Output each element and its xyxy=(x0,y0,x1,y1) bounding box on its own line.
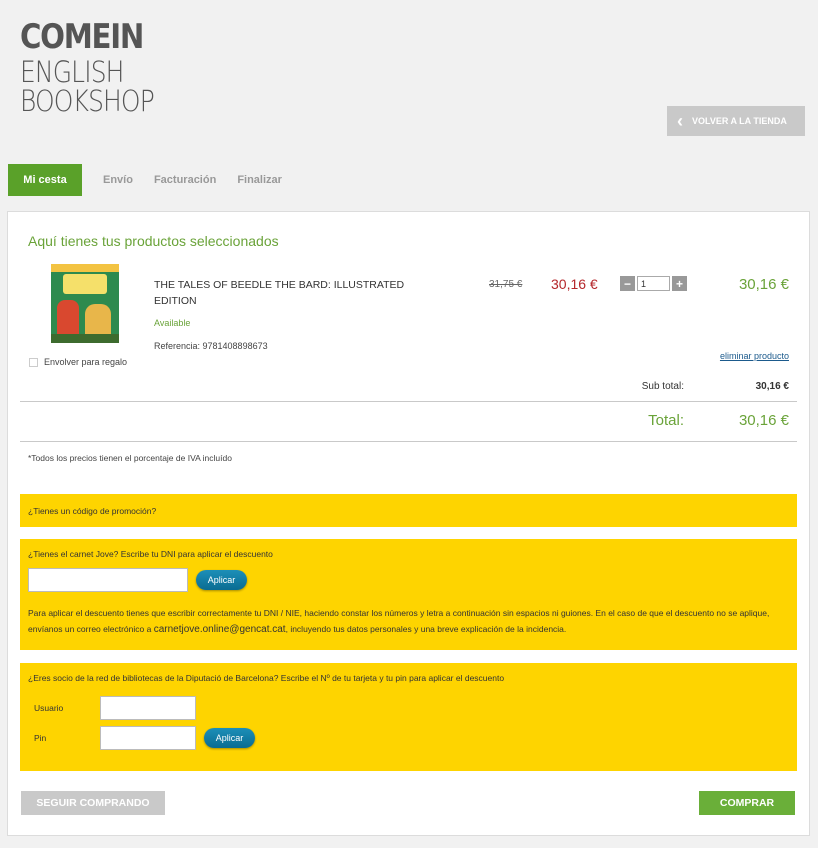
logo-line-1: COMEIN xyxy=(20,17,144,57)
remove-product-link[interactable]: eliminar producto xyxy=(720,351,789,361)
decrease-quantity-button[interactable]: − xyxy=(620,276,635,291)
back-to-store-button[interactable]: ‹ VOLVER A LA TIENDA xyxy=(667,106,805,136)
divider xyxy=(20,401,797,402)
carnet-jove-label: ¿Tienes el carnet Jove? Escribe tu DNI p… xyxy=(28,549,273,559)
tab-finalizar[interactable]: Finalizar xyxy=(237,174,282,186)
book-cover-image[interactable] xyxy=(51,264,119,343)
carnet-jove-section: ¿Tienes el carnet Jove? Escribe tu DNI p… xyxy=(20,539,797,650)
gift-wrap-checkbox[interactable] xyxy=(29,357,38,367)
diputacio-label: ¿Eres socio de la red de bibliotecas de … xyxy=(28,673,505,683)
tab-facturacion[interactable]: Facturación xyxy=(154,174,216,186)
tab-envio[interactable]: Envío xyxy=(103,174,133,186)
logo-line-2: ENGLISH xyxy=(20,55,124,89)
original-price: 31,75 € xyxy=(489,279,523,290)
increase-quantity-button[interactable]: + xyxy=(672,276,687,291)
cart-heading: Aquí tienes tus productos seleccionados xyxy=(28,233,279,249)
quantity-input[interactable]: 1 xyxy=(637,276,670,291)
pin-field-label: Pin xyxy=(34,733,47,743)
continue-shopping-button[interactable]: SEGUIR COMPRANDO xyxy=(21,791,165,815)
product-title[interactable]: THE TALES OF BEEDLE THE BARD: ILLUSTRATE… xyxy=(154,277,439,309)
cart-panel: Aquí tienes tus productos seleccionados … xyxy=(7,211,810,836)
availability-status: Available xyxy=(154,318,191,328)
library-pin-input[interactable] xyxy=(100,726,196,750)
checkout-steps: Mi cesta Envío Facturación Finalizar xyxy=(8,164,303,196)
gift-wrap-label: Envolver para regalo xyxy=(44,357,128,367)
library-user-input[interactable] xyxy=(100,696,196,720)
subtotal-label: Sub total: xyxy=(641,381,684,392)
diputacio-library-section: ¿Eres socio de la red de bibliotecas de … xyxy=(20,663,797,771)
total-label: Total: xyxy=(648,412,684,429)
promo-code-toggle[interactable]: ¿Tienes un código de promoción? xyxy=(20,494,797,527)
store-logo[interactable]: COMEIN ENGLISH BOOKSHOP xyxy=(20,20,176,116)
apply-library-button[interactable]: Aplicar xyxy=(204,728,255,748)
logo-line-3: BOOKSHOP xyxy=(20,84,155,118)
user-field-label: Usuario xyxy=(34,703,64,713)
carnet-jove-email-link[interactable]: carnetjove.online@gencat.cat xyxy=(154,624,286,635)
back-to-store-label: VOLVER A LA TIENDA xyxy=(692,116,787,126)
quantity-stepper: − 1 + xyxy=(620,276,687,291)
total-value: 30,16 € xyxy=(738,412,789,429)
discounted-price: 30,16 € xyxy=(551,276,598,292)
tab-mi-cesta[interactable]: Mi cesta xyxy=(8,164,82,196)
gift-wrap-option[interactable]: Envolver para regalo xyxy=(29,357,127,367)
line-total: 30,16 € xyxy=(738,276,789,293)
product-reference: Referencia: 9781408898673 xyxy=(154,341,268,351)
buy-button[interactable]: COMPRAR xyxy=(699,791,795,815)
divider xyxy=(20,441,797,442)
subtotal-value: 30,16 € xyxy=(755,381,789,392)
apply-dni-button[interactable]: Aplicar xyxy=(196,570,247,590)
chevron-left-icon: ‹ xyxy=(677,111,683,131)
promo-code-label: ¿Tienes un código de promoción? xyxy=(28,506,157,516)
carnet-jove-instructions: Para aplicar el descuento tienes que esc… xyxy=(28,608,770,635)
dni-input[interactable] xyxy=(28,568,188,592)
iva-note: *Todos los precios tienen el porcentaje … xyxy=(28,453,232,463)
